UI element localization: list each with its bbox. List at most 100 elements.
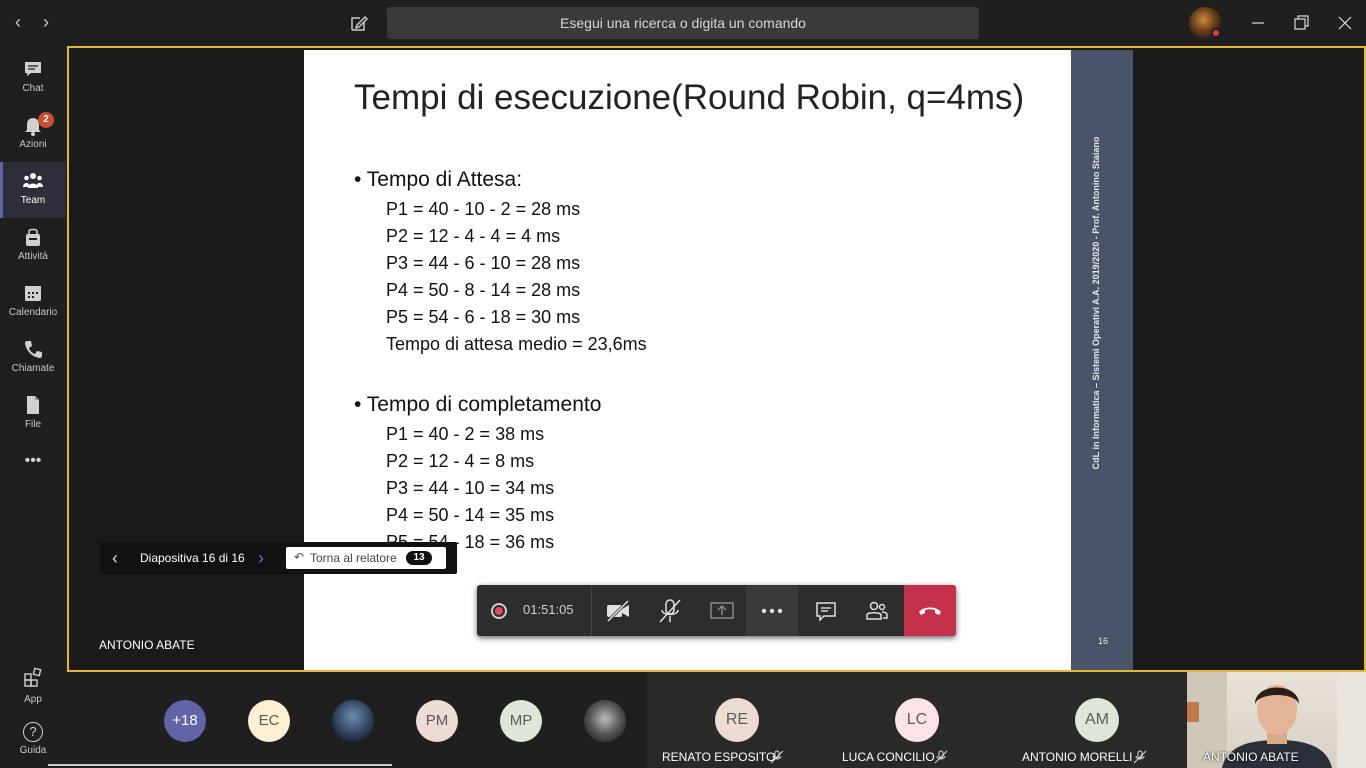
rail-item-attivita[interactable]: Attività: [0, 218, 66, 274]
mic-off-icon: [770, 750, 784, 764]
rail-item-chat[interactable]: Chat: [0, 50, 66, 106]
rail-item-file[interactable]: File: [0, 386, 66, 442]
calendar-icon: [22, 282, 44, 304]
rail-label: Azioni: [19, 139, 47, 150]
minimize-icon[interactable]: [1246, 12, 1270, 34]
back-arrow-icon[interactable]: ‹: [8, 12, 28, 32]
self-video[interactable]: ANTONIO ABATE: [1187, 672, 1366, 768]
participant-gallery: +18 EC PM MP RE RENATO ESPOSITO LC LUCA …: [67, 672, 1366, 768]
slide-count-pill: 13: [406, 551, 432, 565]
back-to-presenter-label: Torna al relatore: [310, 551, 397, 565]
participant-avatar[interactable]: MP: [500, 700, 542, 742]
progress-line: [48, 764, 392, 766]
mic-off-icon: [934, 750, 948, 764]
camera-off-icon[interactable]: [604, 597, 632, 625]
slide-line: Tempo di attesa medio = 23,6ms: [386, 334, 647, 354]
rail-item-app[interactable]: App: [0, 666, 66, 705]
rail-label: App: [24, 694, 42, 705]
call-controls: 01:51:05: [477, 585, 956, 636]
slide-footer-vertical: CdL in Informatica – Sistemi Operativi A…: [1091, 103, 1111, 503]
participant-avatar[interactable]: EC: [248, 700, 290, 742]
slide-navigator: ‹ Diapositiva 16 di 16 › ↶ Torna al rela…: [100, 542, 457, 574]
participant-avatar: RE: [715, 698, 759, 742]
search-input[interactable]: Esegui una ricerca o digita un comando: [387, 7, 979, 39]
file-icon: [22, 394, 44, 416]
rail-item-chiamate[interactable]: Chiamate: [0, 330, 66, 386]
rail-item-guida[interactable]: ? Guida: [0, 722, 66, 756]
share-screen-icon[interactable]: [708, 597, 736, 625]
participant-name: RENATO ESPOSITO: [662, 750, 776, 764]
apps-icon: [24, 667, 42, 687]
recording-icon: [491, 603, 507, 619]
participant-name: ANTONIO MORELLI: [1022, 750, 1133, 764]
rail-label: Attività: [17, 251, 48, 262]
participant-photo[interactable]: [584, 700, 626, 742]
slide-line: P1 = 40 - 10 - 2 = 28 ms: [386, 199, 581, 219]
rail-label: File: [24, 419, 42, 430]
hang-up-button[interactable]: [904, 585, 956, 636]
divider: [591, 585, 592, 636]
participant-avatar: LC: [895, 698, 939, 742]
slide-line: P3 = 44 - 10 = 34 ms: [386, 478, 555, 498]
rail-label: Team: [20, 195, 46, 206]
slide-line: P2 = 12 - 4 - 4 = 4 ms: [386, 226, 561, 246]
course-info: CdL in Informatica – Sistemi Operativi A…: [1091, 136, 1101, 470]
slide-line: P2 = 12 - 4 = 8 ms: [386, 451, 535, 471]
self-name: ANTONIO ABATE: [1203, 750, 1299, 764]
mic-off-icon[interactable]: [656, 597, 684, 625]
participant-avatar[interactable]: PM: [416, 700, 458, 742]
rail-label: Chat: [22, 83, 44, 94]
more-icon: [761, 608, 783, 614]
participant-tile[interactable]: RE RENATO ESPOSITO: [647, 672, 827, 768]
close-icon[interactable]: [1333, 12, 1357, 34]
more-actions-button[interactable]: [746, 585, 798, 636]
previous-slide-icon[interactable]: ‹: [112, 548, 126, 568]
rail-label: Guida: [19, 745, 47, 756]
presentation-slide: Tempi di esecuzione(Round Robin, q=4ms) …: [304, 50, 1071, 670]
more-apps-icon[interactable]: •••: [0, 452, 66, 480]
help-icon: ?: [23, 722, 43, 742]
restore-icon[interactable]: [1289, 12, 1313, 34]
participant-tile[interactable]: LC LUCA CONCILIO: [827, 672, 1007, 768]
app-rail: Chat 2 Azioni Team Attività Calendario C…: [0, 46, 66, 768]
slide-line: P1 = 40 - 2 = 38 ms: [386, 424, 545, 444]
phone-icon: [22, 338, 44, 360]
slide-bullet: • Tempo di completamento: [354, 393, 602, 416]
slide-counter: Diapositiva 16 di 16: [140, 551, 245, 565]
overflow-participants[interactable]: +18: [164, 700, 206, 742]
forward-arrow-icon[interactable]: ›: [36, 12, 56, 32]
rail-item-team[interactable]: Team: [0, 162, 66, 218]
presenter-name: ANTONIO ABATE: [99, 638, 195, 652]
participant-name: LUCA CONCILIO: [842, 750, 935, 764]
slide-bullet: • Tempo di Attesa:: [354, 168, 523, 191]
slide-line: P4 = 50 - 8 - 14 = 28 ms: [386, 280, 581, 300]
rail-item-azioni[interactable]: 2 Azioni: [0, 106, 66, 162]
participant-photo[interactable]: [332, 700, 374, 742]
back-to-presenter-button[interactable]: ↶ Torna al relatore 13: [286, 547, 446, 569]
bag-icon: [22, 226, 44, 248]
mic-off-icon: [1133, 750, 1147, 764]
participants-icon[interactable]: [863, 597, 891, 625]
title-bar: ‹ › Esegui una ricerca o digita un coman…: [0, 0, 1366, 46]
rail-label: Chiamate: [11, 363, 55, 374]
chat-icon: [22, 58, 44, 80]
slide-title: Tempi di esecuzione(Round Robin, q=4ms): [354, 78, 1025, 117]
teams-icon: [22, 170, 44, 192]
participant-tile[interactable]: AM ANTONIO MORELLI: [1007, 672, 1187, 768]
next-slide-icon[interactable]: ›: [258, 548, 272, 568]
slide-line: P5 = 54 - 6 - 18 = 30 ms: [386, 307, 581, 327]
slide-page-number: 16: [1097, 636, 1108, 646]
notification-badge: 2: [38, 112, 54, 128]
call-timer: 01:51:05: [523, 602, 574, 617]
rail-label: Calendario: [8, 307, 58, 318]
rail-item-calendario[interactable]: Calendario: [0, 274, 66, 330]
undo-arrow-icon: ↶: [294, 550, 305, 564]
chat-panel-icon[interactable]: [812, 597, 840, 625]
slide-line: P3 = 44 - 6 - 10 = 28 ms: [386, 253, 581, 273]
status-dot: [1211, 28, 1221, 38]
shared-content-stage: Tempi di esecuzione(Round Robin, q=4ms) …: [67, 46, 1366, 672]
hang-up-icon: [919, 607, 941, 615]
participant-avatar: AM: [1075, 698, 1119, 742]
compose-icon[interactable]: [348, 12, 370, 34]
slide-line: P4 = 50 - 14 = 35 ms: [386, 505, 555, 525]
